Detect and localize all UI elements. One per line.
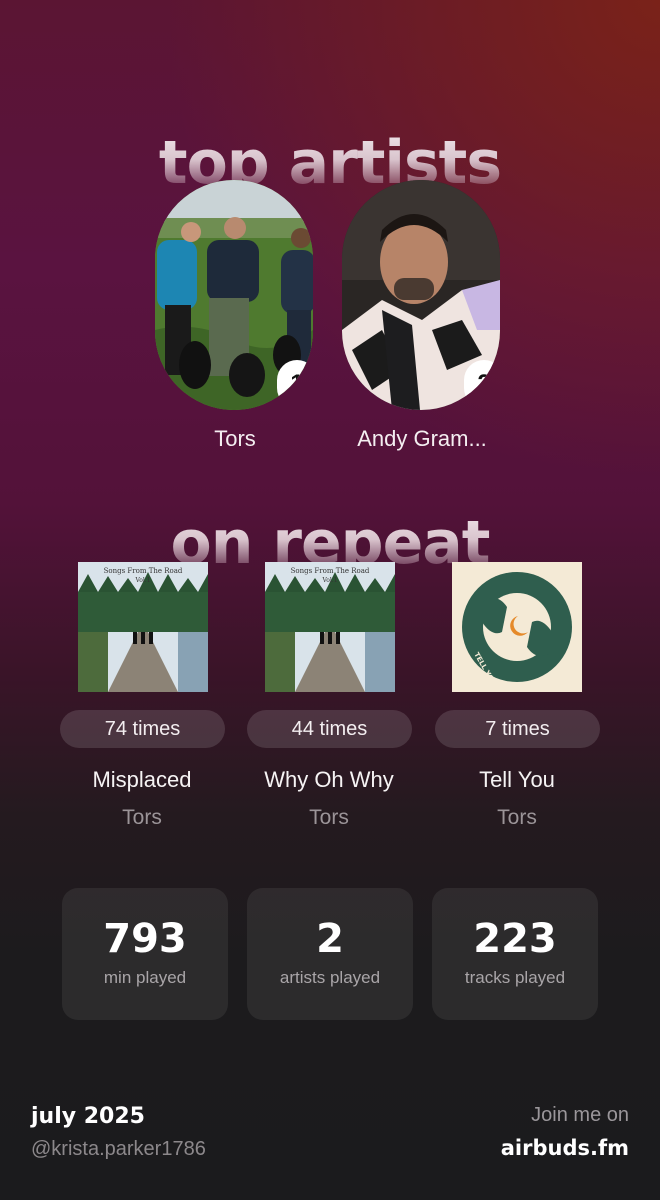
album-cover: TELL YOU	[452, 562, 582, 692]
track-cover[interactable]: TELL YOU	[452, 562, 582, 692]
artist-name[interactable]: Tors	[135, 426, 335, 452]
album-cover: Songs From The Road Vol.1	[265, 562, 395, 692]
track-title[interactable]: Misplaced	[47, 767, 237, 793]
stat-label: tracks played	[464, 968, 566, 987]
play-count-pill: 7 times	[435, 710, 600, 748]
album-cover: Songs From The Road Vol.1	[78, 562, 208, 692]
track-artist[interactable]: Tors	[422, 806, 612, 830]
play-count-pill: 74 times	[60, 710, 225, 748]
artist-name[interactable]: Andy Gram...	[322, 426, 522, 452]
top-artists-title: top artists	[0, 128, 660, 198]
track-title[interactable]: Why Oh Why	[234, 767, 424, 793]
footer-site-link[interactable]: airbuds.fm	[501, 1136, 629, 1160]
stat-card-artists: 2 artists played	[247, 888, 413, 1020]
rank-badge: 2	[464, 360, 500, 408]
footer-month: july 2025	[31, 1104, 145, 1129]
artist-image-2[interactable]: 2	[342, 180, 500, 410]
track-artist[interactable]: Tors	[234, 806, 424, 830]
track-title[interactable]: Tell You	[422, 767, 612, 793]
cover-subtitle-text: Vol.1	[321, 577, 337, 584]
stat-card-minutes: 793 min played	[62, 888, 228, 1020]
cover-subtitle-text: Vol.1	[134, 577, 150, 584]
cover-title-text: Songs From The Road	[104, 567, 183, 575]
stat-label: min played	[103, 968, 187, 987]
track-cover[interactable]: Songs From The Road Vol.1	[265, 562, 395, 692]
play-count-pill: 44 times	[247, 710, 412, 748]
track-cover[interactable]: Songs From The Road Vol.1	[78, 562, 208, 692]
footer-join-text: Join me on	[531, 1104, 629, 1126]
stat-card-tracks: 223 tracks played	[432, 888, 598, 1020]
artist-image-1[interactable]: 1	[155, 180, 313, 410]
stat-value: 2	[316, 916, 344, 962]
stat-label: artists played	[279, 968, 381, 987]
stat-value: 223	[473, 916, 557, 962]
track-artist[interactable]: Tors	[47, 806, 237, 830]
rank-badge: 1	[277, 360, 313, 408]
cover-title-text: Songs From The Road	[291, 567, 370, 575]
stat-value: 793	[103, 916, 187, 962]
footer-username[interactable]: @krista.parker1786	[31, 1138, 206, 1161]
